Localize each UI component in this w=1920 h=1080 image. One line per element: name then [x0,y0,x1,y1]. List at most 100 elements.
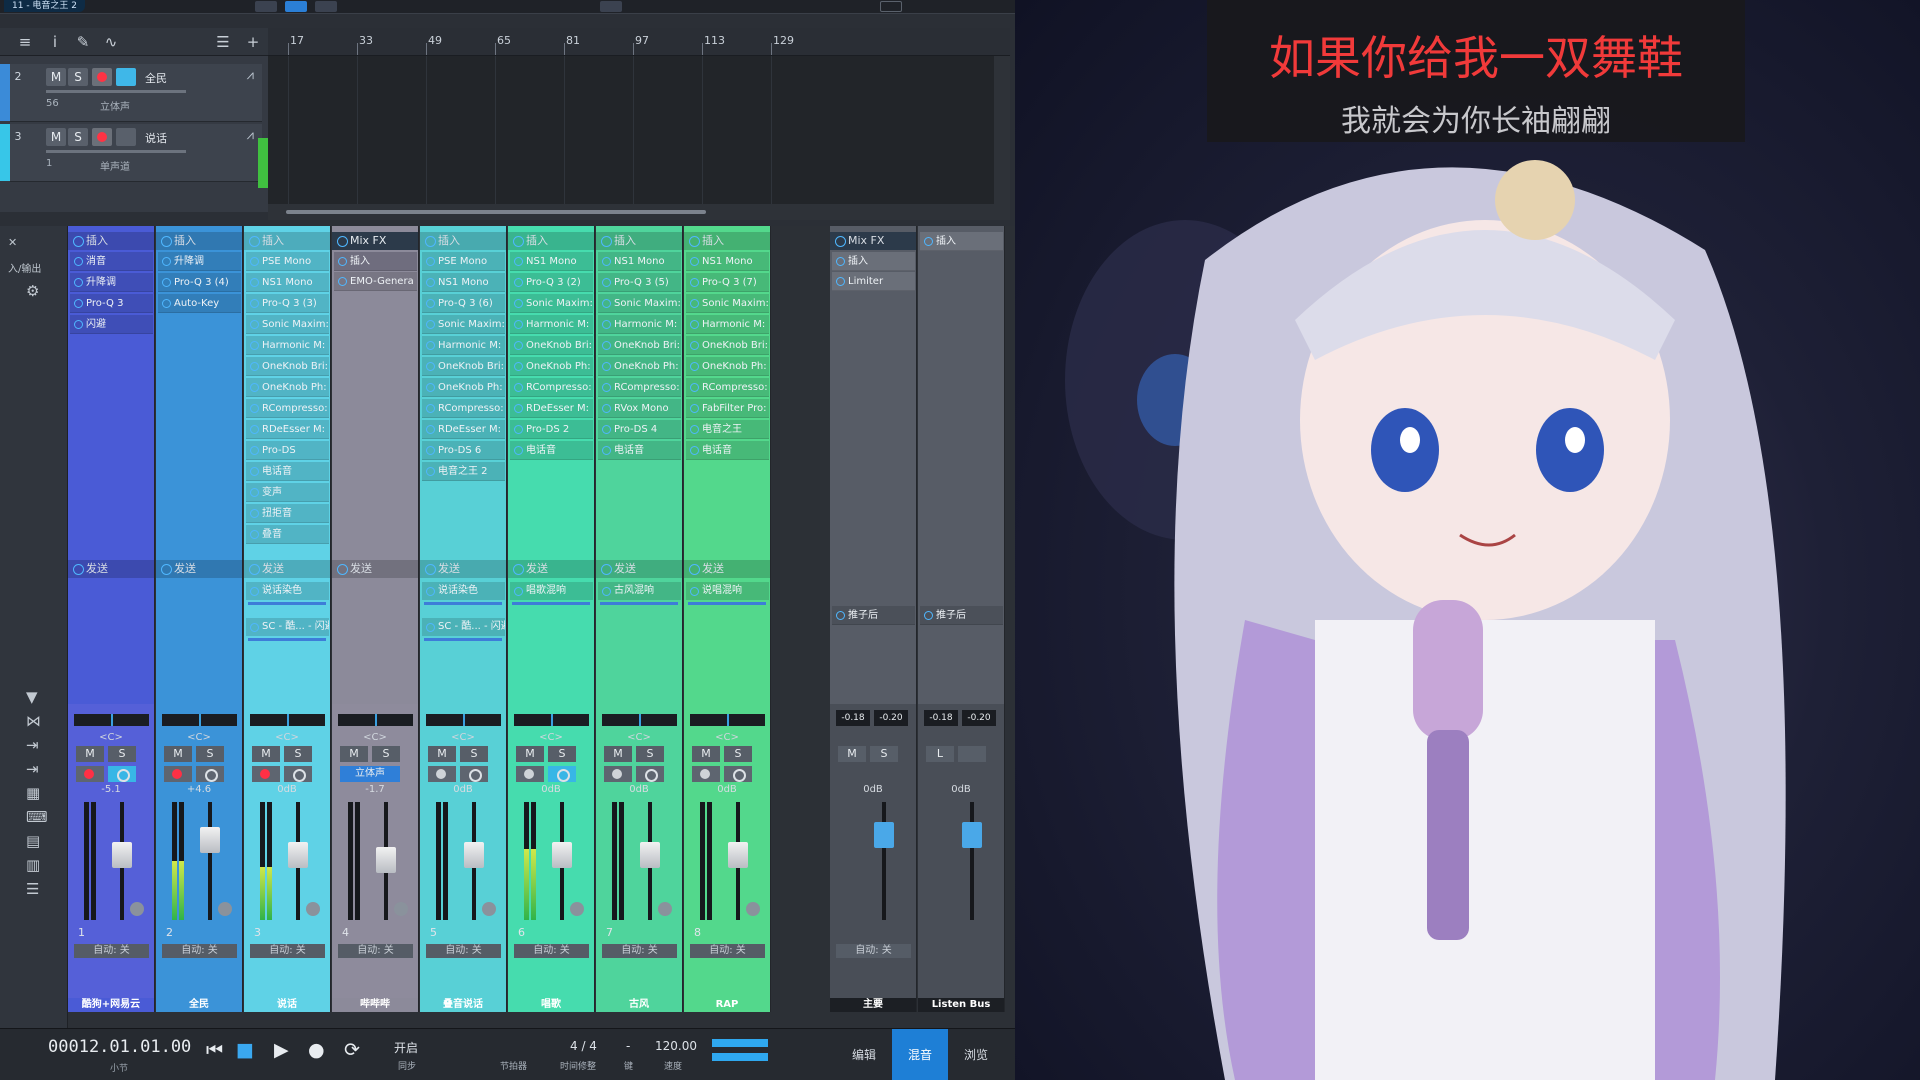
trim-knob[interactable] [570,902,584,916]
insert-slot[interactable]: Pro-Q 3 (2) [510,273,593,292]
record-arm-button[interactable] [604,766,632,782]
insert-slot[interactable]: Auto-Key [158,294,241,313]
track-name[interactable]: 说话 [145,130,167,146]
key-value[interactable]: - [626,1039,630,1053]
fader-track[interactable] [208,802,212,920]
insert-header[interactable]: 插入 [596,232,682,250]
tab-browse[interactable]: 浏览 [948,1029,1004,1080]
send-level-bar[interactable] [424,638,502,641]
insert-slot[interactable]: EMO-Genera [334,272,417,291]
channel-name[interactable]: 说话 [244,998,330,1012]
bus-name[interactable]: Listen Bus [918,998,1004,1012]
insert-slot[interactable]: Pro-Q 3 (3) [246,294,329,313]
send-slot[interactable]: 说话染色 [246,582,329,600]
insert-slot[interactable]: OneKnob Ph: [598,357,681,376]
solo-button[interactable]: S [68,128,88,146]
close-icon[interactable]: ✕ [8,236,17,249]
automation-mode[interactable]: 自动: 关 [690,944,765,958]
play-icon[interactable]: ▶ [274,1039,289,1061]
loop-icon[interactable]: ⟳ [344,1039,360,1061]
toolbar-button[interactable] [255,1,277,12]
insert-slot[interactable]: 升降调 [158,252,241,271]
insert-slot[interactable]: PSE Mono [246,252,329,271]
insert-header[interactable]: 插入 [420,232,506,250]
pan-slider[interactable] [690,714,765,726]
record-arm-button[interactable] [164,766,192,782]
volume-fader[interactable] [200,827,220,853]
insert-slot[interactable]: Sonic Maxim: [422,315,505,334]
insert-header[interactable]: 插入 [244,232,330,250]
track-row[interactable]: 2 M S 全民 ⩘ 56 立体声 [0,64,262,122]
io-label[interactable]: 入/输出 [8,260,41,275]
solo-button[interactable]: S [372,746,400,762]
insert-slot[interactable]: OneKnob Bri: [686,336,769,355]
metronome-label[interactable]: 节拍器 [500,1059,527,1072]
insert-slot[interactable]: 叠音 [246,525,329,544]
automation-mode[interactable]: 自动: 关 [836,944,911,958]
insert-slot[interactable]: Pro-Q 3 [70,294,153,313]
volume-readout[interactable]: -1.7 [332,784,418,795]
volume-fader[interactable] [112,842,132,868]
insert-header[interactable]: 插入 [684,232,770,250]
mixfx-header[interactable]: Mix FX [332,232,418,250]
insert-slot[interactable]: 电话音 [598,441,681,460]
insert-header[interactable]: 插入 [920,232,1003,251]
track-name[interactable]: 全民 [145,70,167,86]
insert-slot[interactable]: 闪避 [70,315,153,334]
insert-slot[interactable]: Sonic Maxim: [246,315,329,334]
track-row[interactable]: 3 M S 说话 ⩘ 1 单声道 [0,124,262,182]
channel-name[interactable]: 哔哔哔 [332,998,418,1012]
send-header[interactable]: 发送 [420,560,506,578]
volume-readout[interactable]: 0dB [508,784,594,795]
track-channel-mode[interactable]: 立体声 [100,98,130,113]
monitor-button[interactable] [548,766,576,782]
insert-slot[interactable]: 电话音 [246,462,329,481]
automation-icon[interactable]: ∿ [102,33,120,51]
solo-button[interactable]: S [68,68,88,86]
mute-button[interactable]: M [46,68,66,86]
stop-icon[interactable]: ■ [236,1039,254,1061]
insert-slot[interactable]: Sonic Maxim: [686,294,769,313]
volume-fader[interactable] [640,842,660,868]
list-icon[interactable]: ☰ [214,33,232,51]
track-volume-slider[interactable] [46,90,186,93]
insert-slot[interactable]: PSE Mono [422,252,505,271]
insert-slot[interactable]: Pro-DS 2 [510,420,593,439]
pan-value[interactable]: <C> [508,732,594,743]
insert-slot[interactable]: OneKnob Ph: [246,378,329,397]
pan-slider[interactable] [426,714,501,726]
timeline-ruler[interactable]: 17 33 49 65 81 97 113 129 [268,28,1010,56]
record-arm-button[interactable] [692,766,720,782]
insert-slot[interactable]: OneKnob Bri: [246,357,329,376]
mute-button[interactable]: M [46,128,66,146]
mute-button[interactable]: M [76,746,104,762]
insert-slot[interactable]: OneKnob Bri: [510,336,593,355]
insert-slot[interactable]: NS1 Mono [686,252,769,271]
send-slot[interactable]: 说话染色 [422,582,505,600]
pan-slider[interactable] [74,714,149,726]
volume-readout[interactable]: +4.6 [156,784,242,795]
insert-header[interactable]: 插入 [68,232,154,250]
solo-button[interactable]: S [636,746,664,762]
trim-knob[interactable] [218,902,232,916]
monitor-button[interactable] [724,766,752,782]
route-icon[interactable]: ⇥ [26,736,39,754]
trim-knob[interactable] [658,902,672,916]
insert-slot[interactable]: RVox Mono [598,399,681,418]
insert-slot[interactable]: RDeEsser M: [510,399,593,418]
channel-name[interactable]: 全民 [156,998,242,1012]
list-icon[interactable]: ☰ [26,880,39,898]
volume-readout[interactable]: 0dB [420,784,506,795]
monitor-button[interactable] [116,128,136,146]
horizontal-scrollbar[interactable] [268,204,1010,220]
mute-button[interactable]: M [516,746,544,762]
mute-button[interactable]: M [252,746,280,762]
insert-slot[interactable]: 电音之王 2 [422,462,505,481]
insert-header[interactable]: 插入 [156,232,242,250]
send-level-bar[interactable] [248,638,326,641]
solo-button[interactable]: S [460,746,488,762]
pan-value[interactable]: <C> [68,732,154,743]
send-header[interactable]: 发送 [508,560,594,578]
record-arm-button[interactable] [76,766,104,782]
record-arm-button[interactable] [252,766,280,782]
